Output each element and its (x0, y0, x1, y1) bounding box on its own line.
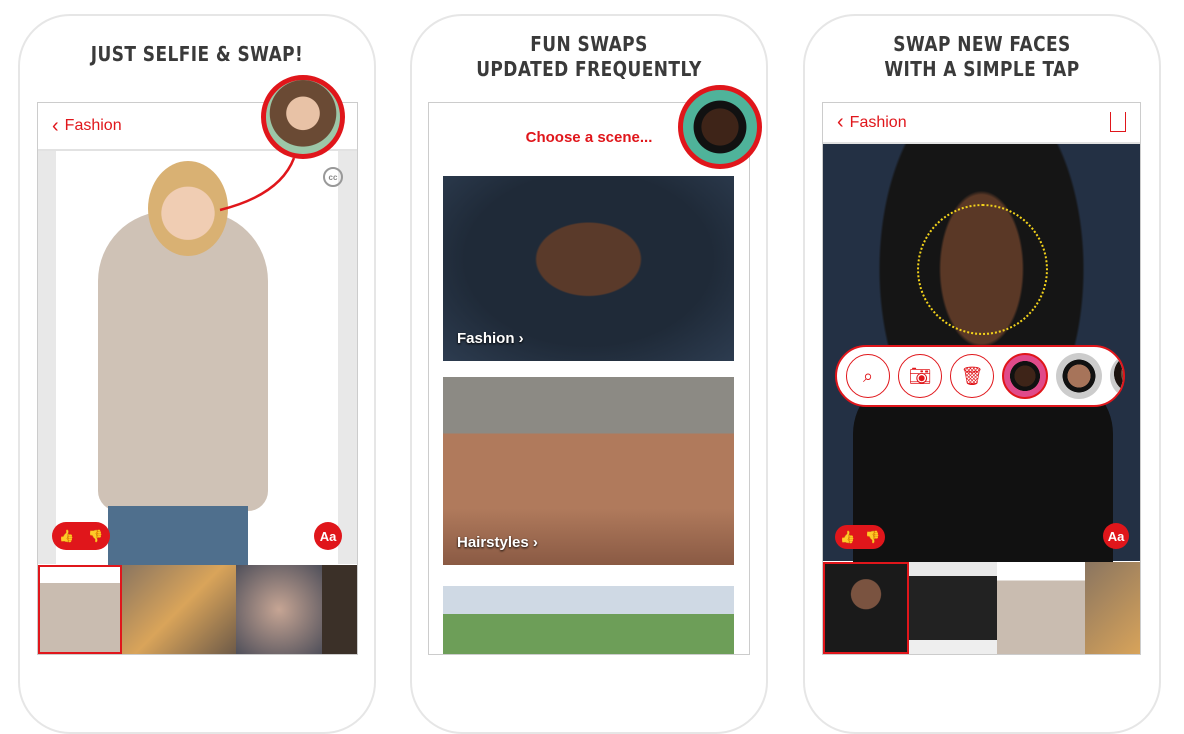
scene-label: Hairstyles (457, 534, 529, 551)
camera-icon[interactable]: 📷︎ (898, 354, 942, 398)
thumbnail[interactable] (823, 562, 909, 654)
scene-card-fashion[interactable]: Fashion › (443, 176, 734, 361)
headline-line: WITH A SIMPLE TAP (884, 57, 1080, 81)
headline-line: UPDATED FREQUENTLY (476, 57, 702, 81)
headline-3: SWAP NEW FACES WITH A SIMPLE TAP (830, 32, 1134, 82)
screen-2: Choose a scene... Fashion › Hairstyles › (428, 102, 750, 655)
text-button[interactable]: Aa (1103, 523, 1129, 549)
scene-card-sports[interactable] (443, 586, 734, 654)
like-dislike-buttons[interactable]: 👍 👎 (835, 525, 885, 549)
share-icon[interactable] (1110, 112, 1126, 132)
back-button[interactable]: Fashion (850, 114, 907, 132)
face-option[interactable] (1056, 353, 1102, 399)
trash-icon[interactable]: 🗑︎ (950, 354, 994, 398)
thumbnail[interactable] (997, 562, 1085, 654)
arrow-1 (219, 157, 296, 212)
thumbs-down-icon[interactable]: 👎 (865, 530, 880, 544)
thumbnail-strip[interactable] (823, 562, 1140, 654)
headline-line: SWAP NEW FACES (893, 32, 1071, 56)
chevron-left-icon[interactable]: ‹ (837, 111, 844, 134)
scene-card-hairstyles[interactable]: Hairstyles › (443, 377, 734, 565)
thumbnail[interactable] (909, 562, 997, 654)
headline-line: FUN SWAPS (530, 32, 648, 56)
scene-label: Fashion (457, 330, 515, 347)
headline-2: FUN SWAPS UPDATED FREQUENTLY (437, 32, 741, 82)
face-option-selected[interactable] (1002, 353, 1048, 399)
nav-header: ‹ Fashion (823, 103, 1140, 144)
face-toolbar: ⌕ 📷︎ 🗑︎ (835, 345, 1125, 407)
search-icon[interactable]: ⌕ (846, 354, 890, 398)
face-selection-circle[interactable] (917, 204, 1048, 335)
thumbnail[interactable] (1085, 562, 1140, 654)
selfie-avatar (678, 85, 762, 169)
thumbs-up-icon[interactable]: 👍 (840, 530, 855, 544)
